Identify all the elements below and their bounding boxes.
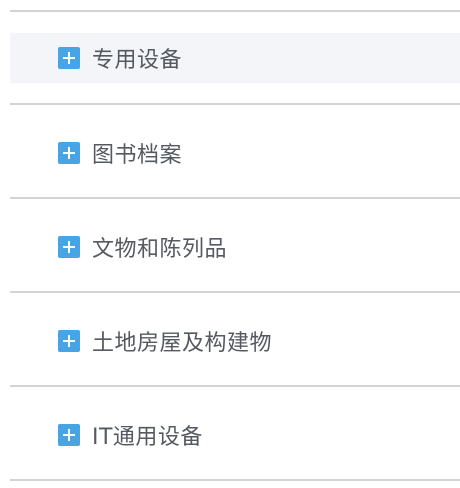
- tree-item-label: 专用设备: [92, 48, 183, 73]
- divider: [10, 385, 460, 387]
- tree-item-special-equipment[interactable]: 专用设备: [10, 33, 460, 83]
- tree-item-label: 土地房屋及构建物: [92, 331, 273, 356]
- divider: [10, 197, 460, 199]
- plus-expand-icon[interactable]: [58, 424, 80, 446]
- tree-item-label: IT通用设备: [92, 425, 203, 450]
- divider: [10, 291, 460, 293]
- tree-item-it-general-equipment[interactable]: IT通用设备: [10, 410, 460, 460]
- plus-expand-icon[interactable]: [58, 142, 80, 164]
- plus-expand-icon[interactable]: [58, 236, 80, 258]
- tree-item-label: 文物和陈列品: [92, 237, 228, 262]
- divider: [10, 10, 460, 12]
- tree-item-land-buildings[interactable]: 土地房屋及构建物: [10, 316, 460, 366]
- divider: [10, 103, 460, 105]
- category-tree-panel: 专用设备 图书档案 文物和陈列品 土地房屋及构建物 IT通用设备: [10, 0, 460, 488]
- tree-item-books-archives[interactable]: 图书档案: [10, 128, 460, 178]
- divider: [10, 479, 460, 481]
- plus-expand-icon[interactable]: [58, 47, 80, 69]
- plus-expand-icon[interactable]: [58, 330, 80, 352]
- tree-item-cultural-relics[interactable]: 文物和陈列品: [10, 222, 460, 272]
- tree-item-label: 图书档案: [92, 143, 183, 168]
